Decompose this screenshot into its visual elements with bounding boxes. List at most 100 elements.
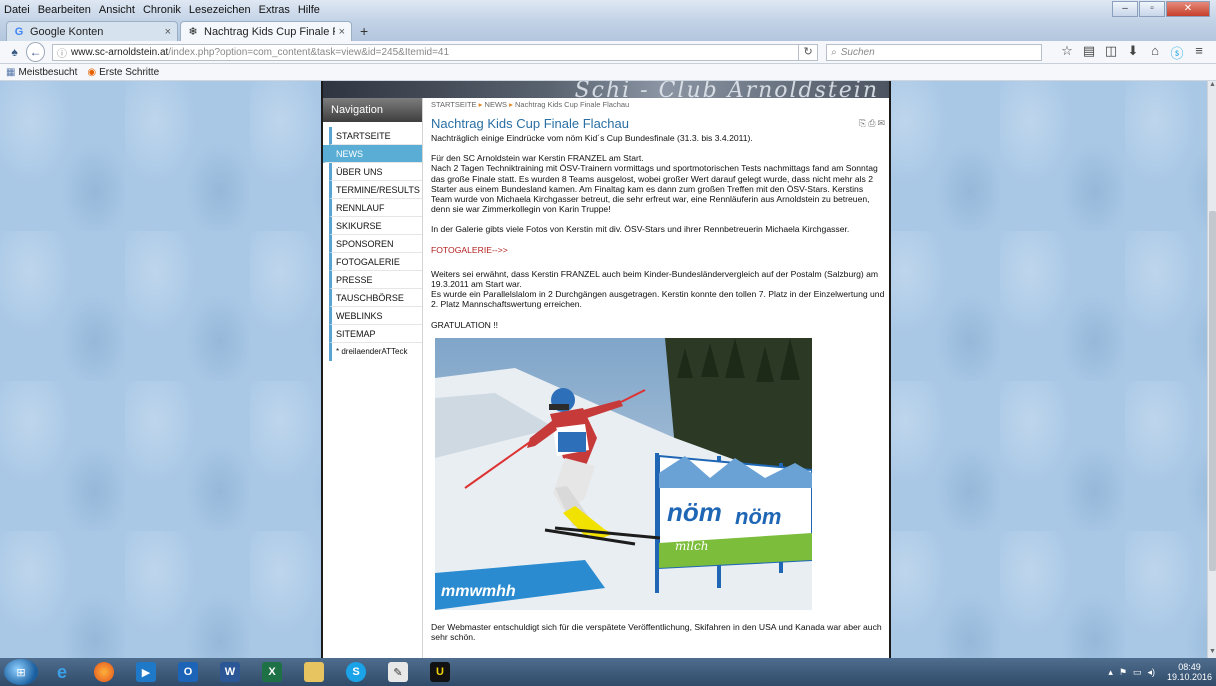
menu-extras[interactable]: Extras: [259, 4, 290, 16]
nav-item-fotogalerie[interactable]: FOTOGALERIE: [329, 253, 422, 271]
scrollbar-thumb[interactable]: [1209, 211, 1216, 571]
flag-icon[interactable]: ⚑: [1119, 667, 1127, 678]
breadcrumb-home[interactable]: STARTSEITE: [431, 100, 477, 109]
hamburger-menu-icon[interactable]: ≡: [1188, 43, 1210, 62]
reading-list-icon[interactable]: ▤: [1078, 43, 1100, 62]
minimize-icon[interactable]: –: [1112, 1, 1138, 17]
email-icon[interactable]: ✉: [877, 118, 885, 128]
bookmark-meistbesucht[interactable]: ▦ Meistbesucht: [6, 67, 77, 78]
pocket-icon[interactable]: ◫: [1100, 43, 1122, 62]
nav-item-presse[interactable]: PRESSE: [329, 271, 422, 289]
scroll-down-icon[interactable]: ▼: [1208, 648, 1216, 658]
tab-bar: G Google Konten × ❄ Nachtrag Kids Cup Fi…: [0, 19, 1216, 41]
menu-ansicht[interactable]: Ansicht: [99, 4, 135, 16]
nav-item-weblinks[interactable]: WEBLINKS: [329, 307, 422, 325]
volume-icon[interactable]: ◂): [1147, 667, 1155, 678]
bookmark-label: Erste Schritte: [99, 66, 160, 78]
article-text: Es wurde ein Parallelslalom in 2 Durchgä…: [431, 289, 885, 310]
internet-explorer-icon: e: [56, 661, 67, 682]
title-row: Nachtrag Kids Cup Finale Flachau ⎘ ⎙ ✉: [431, 116, 885, 131]
menu-lesezeichen[interactable]: Lesezeichen: [189, 4, 251, 16]
menu-hilfe[interactable]: Hilfe: [298, 4, 320, 16]
tab-title: Nachtrag Kids Cup Finale F...: [204, 25, 335, 38]
start-button[interactable]: ⊞: [4, 659, 38, 685]
info-icon[interactable]: ⓘ: [57, 45, 67, 60]
gratulation-text: GRATULATION !!: [431, 319, 499, 330]
bookmarks-bar: ▦ Meistbesucht ◉ Erste Schritte: [0, 64, 1216, 81]
new-tab-button[interactable]: +: [354, 23, 374, 41]
menu-datei[interactable]: Datei: [4, 4, 30, 16]
menu-bar: Datei Bearbeiten Ansicht Chronik Lesezei…: [0, 0, 1216, 19]
nav-item-startseite[interactable]: STARTSEITE: [329, 127, 422, 145]
taskbar-media-player[interactable]: ▶: [126, 659, 166, 685]
taskbar-file-explorer[interactable]: [294, 659, 334, 685]
addon-icon[interactable]: ♠: [6, 43, 23, 61]
nav-item-ueber-uns[interactable]: ÜBER UNS: [329, 163, 422, 181]
breadcrumb-news[interactable]: NEWS: [485, 100, 508, 109]
menu-chronik[interactable]: Chronik: [143, 4, 181, 16]
search-icon: ⌕: [831, 46, 837, 58]
taskbar-skype[interactable]: S: [336, 659, 376, 685]
article-paragraph: Weiters sei erwähnt, dass Kerstin FRANZE…: [431, 269, 885, 310]
menu-bearbeiten[interactable]: Bearbeiten: [38, 4, 91, 16]
print-icon[interactable]: ⎙: [868, 118, 875, 128]
network-icon[interactable]: ▭: [1133, 667, 1142, 678]
outlook-icon: O: [178, 662, 198, 682]
taskbar-paint[interactable]: ✎: [378, 659, 418, 685]
clock-date: 19.10.2016: [1166, 672, 1212, 682]
nav-item-rennlauf[interactable]: RENNLAUF: [329, 199, 422, 217]
taskbar-outlook[interactable]: O: [168, 659, 208, 685]
reload-icon[interactable]: ↻: [799, 43, 819, 61]
download-icon[interactable]: ⬇: [1122, 43, 1144, 62]
taskbar-excel[interactable]: X: [252, 659, 292, 685]
nav-item-news[interactable]: NEWS: [323, 145, 422, 163]
article-paragraph: In der Galerie gibts viele Fotos von Ker…: [431, 224, 850, 235]
clock-time: 08:49: [1178, 662, 1201, 672]
close-tab-icon[interactable]: ×: [165, 26, 171, 38]
search-input[interactable]: ⌕ Suchen: [826, 43, 1042, 61]
article-text: Für den SC Arnoldstein war Kerstin FRANZ…: [431, 153, 644, 164]
webmaster-note: Der Webmaster entschuldigt sich für die …: [431, 621, 882, 643]
article-paragraph: Für den SC Arnoldstein war Kerstin FRANZ…: [431, 153, 885, 214]
nav-item-skikurse[interactable]: SKIKURSE: [329, 217, 422, 235]
taskbar-firefox[interactable]: [84, 659, 124, 685]
bookmark-label: Meistbesucht: [18, 66, 78, 78]
excel-icon: X: [262, 662, 282, 682]
tray-expand-icon[interactable]: ▴: [1108, 667, 1113, 678]
svg-text:mmwmhh: mmwmhh: [441, 583, 516, 600]
system-tray: ▴ ⚑ ▭ ◂) 08:49 19.10.2016: [1108, 658, 1212, 686]
pdf-icon[interactable]: ⎘: [859, 118, 866, 128]
close-window-icon[interactable]: ✕: [1166, 1, 1210, 17]
maximize-icon[interactable]: ▫: [1139, 1, 1165, 17]
clock[interactable]: 08:49 19.10.2016: [1167, 662, 1212, 682]
article-photo: mmwmhh nöm nöm milch: [435, 337, 812, 610]
back-button[interactable]: ←: [26, 42, 46, 62]
bookmark-erste-schritte[interactable]: ◉ Erste Schritte: [87, 67, 159, 78]
skype-addon-icon[interactable]: ⓢ: [1166, 43, 1188, 62]
tab-nachtrag[interactable]: ❄ Nachtrag Kids Cup Finale F... ×: [180, 21, 352, 41]
scroll-up-icon[interactable]: ▲: [1208, 81, 1216, 91]
close-tab-icon[interactable]: ×: [339, 26, 345, 38]
url-domain: www.sc-arnoldstein.at: [71, 46, 169, 58]
nav-item-termine-results[interactable]: TERMINE/RESULTS: [329, 181, 422, 199]
tab-google-konten[interactable]: G Google Konten ×: [6, 21, 178, 41]
nav-item-sitemap[interactable]: SITEMAP: [329, 325, 422, 343]
nav-item-sponsoren[interactable]: SPONSOREN: [329, 235, 422, 253]
taskbar-u-app[interactable]: U: [420, 659, 460, 685]
gallery-link[interactable]: FOTOGALERIE-->>: [431, 245, 885, 255]
site-container: Schi - Club Arnoldstein Navigation START…: [321, 81, 891, 658]
bookmark-star-icon[interactable]: ☆: [1056, 43, 1078, 62]
nav-item-dreilaender[interactable]: * dreilaenderATTeck: [329, 343, 422, 361]
banner-text: Schi - Club Arnoldstein: [574, 81, 879, 98]
ski-race-photo: mmwmhh nöm nöm milch: [435, 337, 812, 610]
nav-item-tauschboerse[interactable]: TAUSCHBÖRSE: [329, 289, 422, 307]
home-icon[interactable]: ⌂: [1144, 43, 1166, 62]
skype-icon: S: [346, 662, 366, 682]
nav-header: Navigation: [323, 98, 422, 122]
url-bar[interactable]: ⓘ www.sc-arnoldstein.at /index.php?optio…: [52, 43, 800, 61]
photo-banner-text: nöm: [667, 497, 722, 527]
paint-icon: ✎: [388, 662, 408, 682]
page-scrollbar[interactable]: ▲ ▼: [1207, 81, 1216, 658]
taskbar-internet-explorer[interactable]: e: [42, 659, 82, 685]
taskbar-word[interactable]: W: [210, 659, 250, 685]
